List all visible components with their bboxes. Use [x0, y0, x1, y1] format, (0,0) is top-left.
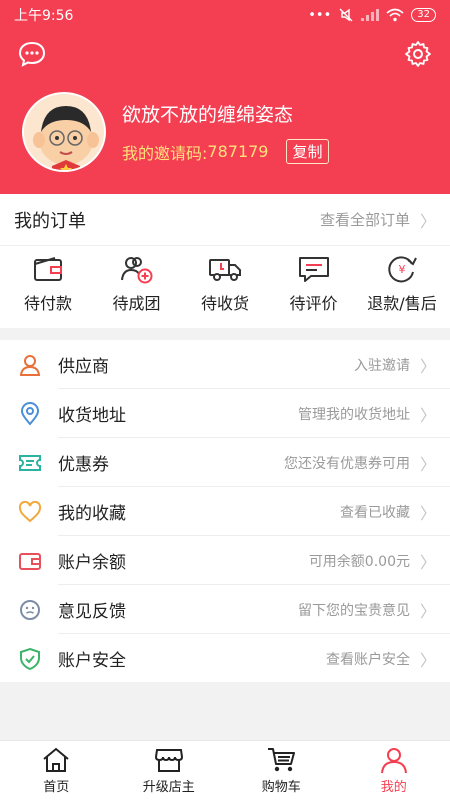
order-pending-payment[interactable]: 待付款 — [4, 254, 92, 314]
order-pending-receipt[interactable]: 待收货 — [181, 254, 269, 314]
menu-right: 入驻邀请〉 — [354, 353, 436, 377]
tab-label: 升级店主 — [142, 780, 195, 795]
invite-code-row: 我的邀请码: 787179 复制 — [122, 139, 329, 164]
view-all-orders-link[interactable]: 查看全部订单 〉 — [320, 208, 436, 232]
refund-icon: ¥ — [388, 256, 417, 283]
store-icon — [154, 749, 183, 772]
order-refund[interactable]: ¥ 退款/售后 — [358, 254, 446, 314]
chevron-right-icon: 〉 — [419, 503, 436, 523]
menu-label: 优惠券 — [58, 455, 109, 475]
menu-row-address[interactable]: 收货地址 管理我的收货地址〉 — [0, 389, 450, 438]
battery-indicator: 32 — [411, 8, 436, 22]
status-time: 上午9:56 — [14, 8, 74, 24]
menu-right: 可用余额0.00元〉 — [309, 549, 436, 573]
menu-label: 账户余额 — [58, 553, 126, 573]
tab-label: 首页 — [43, 780, 70, 795]
menu-row-feedback[interactable]: 意见反馈 留下您的宝贵意见〉 — [0, 585, 450, 634]
chevron-right-icon: 〉 — [419, 211, 436, 231]
order-pending-review[interactable]: 待评价 — [270, 254, 358, 314]
menu-hint: 查看账户安全 — [325, 651, 410, 668]
heart-icon — [18, 500, 42, 522]
chevron-right-icon: 〉 — [419, 454, 436, 474]
more-dots: ••• — [308, 7, 332, 23]
signal-icon — [361, 9, 380, 21]
profile-card: 欲放不放的缠绵姿态 我的邀请码: 787179 复制 — [22, 92, 329, 172]
bottom-tab-bar: 首页 升级店主 购物车 我的 — [0, 740, 450, 800]
copy-button[interactable]: 复制 — [286, 139, 329, 164]
order-label: 待评价 — [289, 294, 338, 313]
order-label: 待收货 — [200, 294, 249, 313]
wifi-icon — [386, 8, 404, 22]
menu-right: 管理我的收货地址〉 — [298, 402, 436, 426]
menu-hint: 入驻邀请 — [353, 357, 410, 374]
tab-mine[interactable]: 我的 — [338, 741, 450, 800]
orders-header[interactable]: 我的订单 查看全部订单 〉 — [0, 194, 450, 246]
chevron-right-icon: 〉 — [419, 356, 436, 376]
wallet-icon — [19, 552, 41, 570]
status-bar: 上午9:56 ••• 32 — [0, 0, 450, 30]
profile-header: 上午9:56 ••• 32 欲放不放的缠绵姿态 我的邀请码: 787179 复制 — [0, 0, 450, 194]
orders-title: 我的订单 — [14, 210, 86, 232]
settings-icon[interactable] — [404, 40, 432, 68]
settings-menu: 供应商 入驻邀请〉 收货地址 管理我的收货地址〉 优惠券 您还没有优惠券可用〉 … — [0, 340, 450, 682]
menu-label: 我的收藏 — [58, 504, 126, 524]
view-all-orders-label: 查看全部订单 — [319, 211, 410, 229]
menu-right: 查看已收藏〉 — [340, 500, 436, 524]
menu-label: 收货地址 — [58, 406, 126, 426]
avatar[interactable] — [22, 92, 106, 172]
status-indicators: ••• 32 — [308, 8, 436, 23]
location-icon — [20, 401, 40, 426]
feedback-icon — [20, 599, 40, 620]
person-icon — [19, 354, 41, 376]
order-label: 待付款 — [23, 294, 72, 313]
username: 欲放不放的缠绵姿态 — [122, 104, 294, 126]
avatar-illustration — [24, 94, 104, 170]
group-add-icon — [120, 257, 152, 284]
order-pending-group[interactable]: 待成团 — [93, 254, 181, 314]
menu-right: 留下您的宝贵意见〉 — [298, 598, 436, 622]
tab-label: 我的 — [380, 780, 407, 795]
menu-hint: 您还没有优惠券可用 — [283, 455, 410, 472]
ticket-icon — [19, 454, 41, 471]
chevron-right-icon: 〉 — [419, 552, 436, 572]
menu-label: 账户安全 — [58, 651, 126, 671]
user-icon — [380, 748, 407, 774]
menu-hint: 留下您的宝贵意见 — [297, 602, 410, 619]
tab-upgrade-store[interactable]: 升级店主 — [113, 741, 226, 800]
my-orders-section: 我的订单 查看全部订单 〉 待付款 待成团 待收货 待评价 ¥ 退款/售后 — [0, 194, 450, 328]
svg-text:¥: ¥ — [399, 263, 406, 276]
menu-right: 您还没有优惠券可用〉 — [284, 451, 436, 475]
comment-icon — [298, 257, 329, 282]
menu-hint: 可用余额0.00元 — [308, 553, 410, 570]
shield-icon — [20, 647, 40, 670]
menu-row-balance[interactable]: 账户余额 可用余额0.00元〉 — [0, 536, 450, 585]
home-icon — [43, 747, 69, 772]
order-label: 退款/售后 — [367, 294, 437, 313]
menu-row-supplier[interactable]: 供应商 入驻邀请〉 — [0, 340, 450, 389]
menu-right: 查看账户安全〉 — [326, 647, 436, 671]
menu-label: 供应商 — [58, 357, 109, 377]
cart-icon — [268, 748, 296, 772]
chevron-right-icon: 〉 — [419, 601, 436, 621]
chevron-right-icon: 〉 — [419, 650, 436, 670]
truck-icon — [209, 259, 241, 281]
menu-row-coupons[interactable]: 优惠券 您还没有优惠券可用〉 — [0, 438, 450, 487]
menu-label: 意见反馈 — [58, 602, 126, 622]
tab-home[interactable]: 首页 — [0, 741, 113, 800]
menu-hint: 管理我的收货地址 — [297, 406, 410, 423]
invite-code: 787179 — [207, 142, 269, 161]
order-label: 待成团 — [112, 294, 161, 313]
chevron-right-icon: 〉 — [419, 405, 436, 425]
menu-row-security[interactable]: 账户安全 查看账户安全〉 — [0, 634, 450, 683]
menu-row-favorites[interactable]: 我的收藏 查看已收藏〉 — [0, 487, 450, 536]
mute-icon — [339, 8, 353, 22]
tab-label: 购物车 — [261, 780, 301, 795]
menu-hint: 查看已收藏 — [339, 504, 410, 521]
tab-cart[interactable]: 购物车 — [225, 741, 338, 800]
message-icon[interactable] — [18, 40, 46, 68]
wallet-icon — [34, 257, 62, 281]
invite-label: 我的邀请码: — [122, 143, 208, 163]
